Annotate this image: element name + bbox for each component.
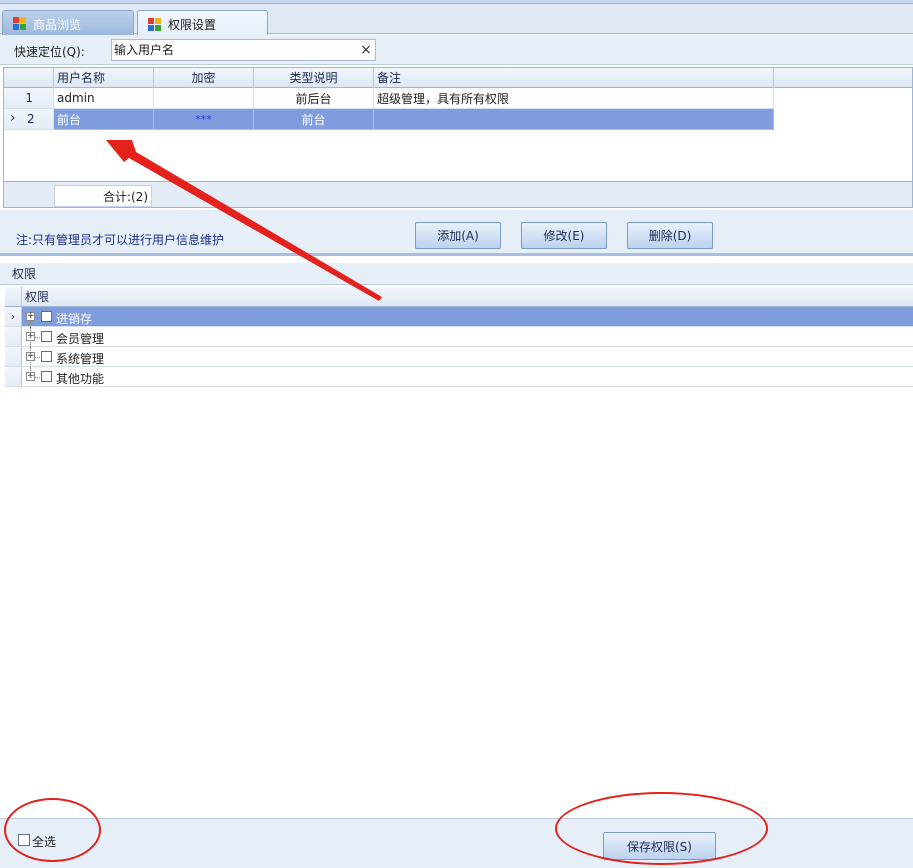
annotation-layer — [106, 140, 382, 301]
annotation-circle-save — [555, 792, 768, 865]
annotation-arrow — [106, 140, 382, 301]
annotation-circle-select-all — [4, 798, 101, 862]
